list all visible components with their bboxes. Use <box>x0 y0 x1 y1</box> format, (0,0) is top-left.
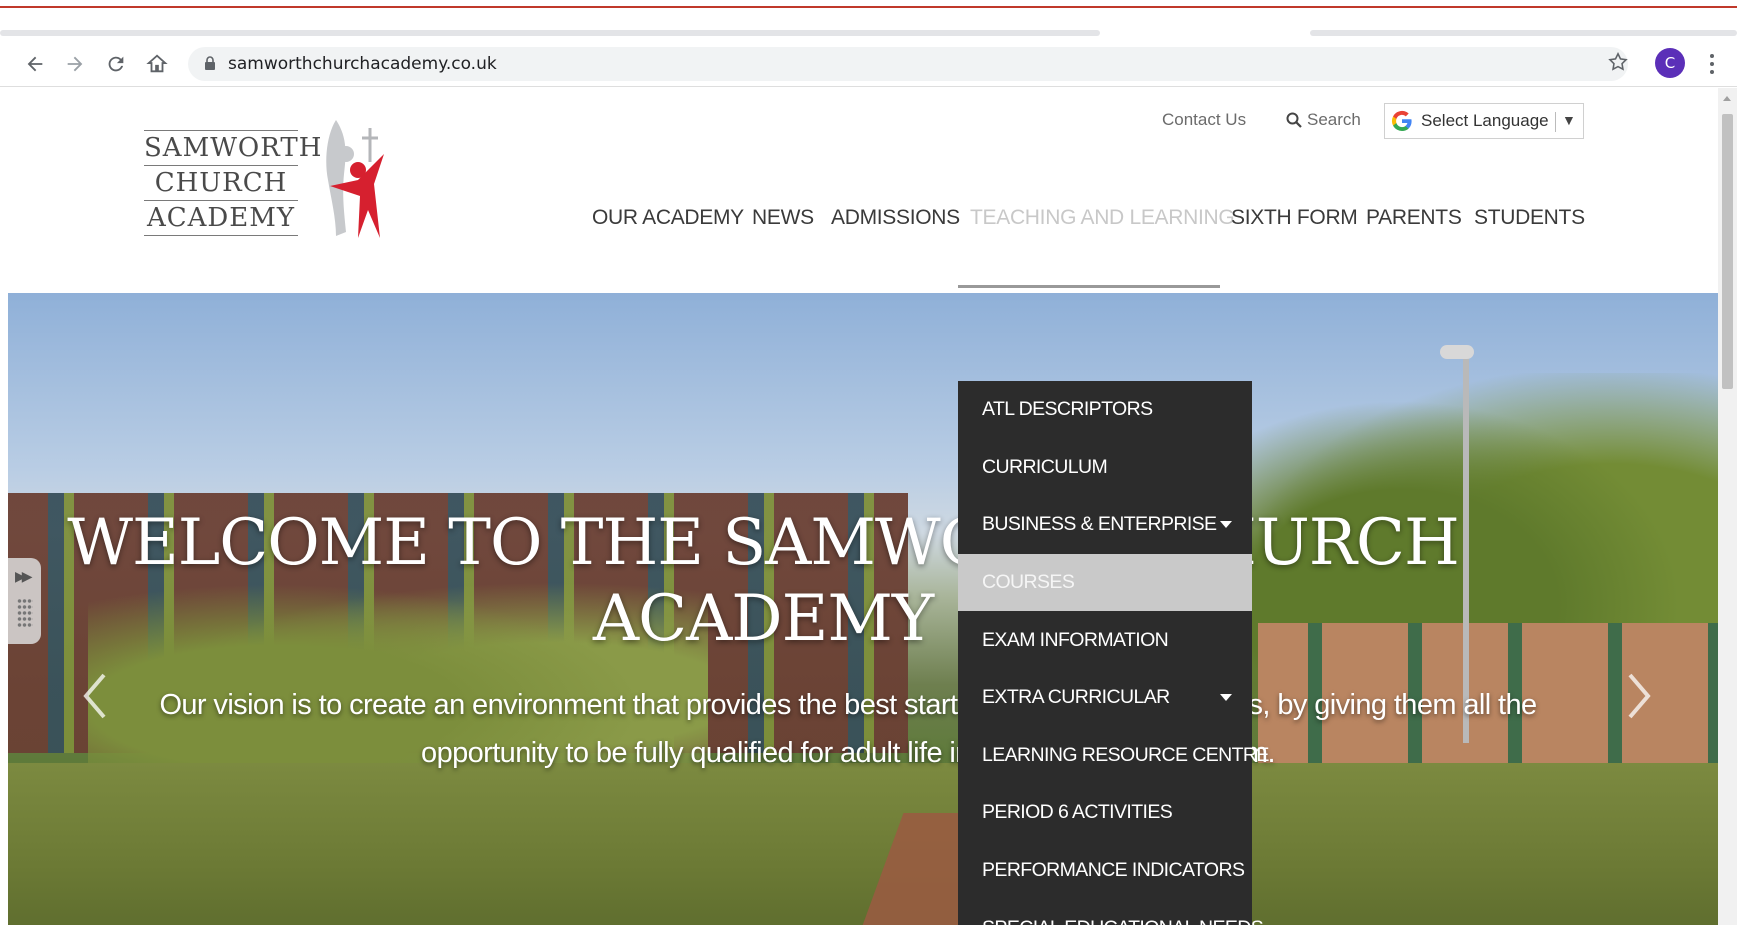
side-accessibility-tab[interactable]: ▶▶ <box>8 558 41 644</box>
menu-item-label: COURSES <box>982 571 1075 594</box>
website-viewport: SAMWORTH CHURCH ACADEMY Contact Us Searc… <box>0 88 1718 925</box>
kebab-dot <box>1710 62 1714 66</box>
forward-button[interactable] <box>60 49 90 79</box>
tab-strip <box>0 8 1737 41</box>
menu-item-label: EXTRA CURRICULAR <box>982 686 1170 709</box>
nav-teaching-and-learning[interactable]: TEACHING AND LEARNING <box>970 206 1235 230</box>
menu-item-label: EXAM INFORMATION <box>982 628 1169 651</box>
nav-active-underline <box>958 285 1220 288</box>
kebab-dot <box>1710 54 1714 58</box>
google-g-icon <box>1391 110 1412 132</box>
language-separator <box>1555 112 1556 132</box>
nav-sixth-form[interactable]: SIXTH FORM <box>1231 206 1358 230</box>
page-scrollbar[interactable] <box>1718 88 1737 925</box>
menu-item-label: CURRICULUM <box>982 455 1108 478</box>
nav-admissions[interactable]: ADMISSIONS <box>831 206 960 230</box>
menu-item-atl-descriptors[interactable]: ATL DESCRIPTORS <box>958 381 1252 439</box>
nav-news[interactable]: NEWS <box>752 206 814 230</box>
tab-strip-segment <box>1310 30 1737 36</box>
scroll-up-arrow-icon[interactable] <box>1723 96 1731 101</box>
menu-item-label: LEARNING RESOURCE CENTRE <box>982 743 1269 766</box>
search-label: Search <box>1307 110 1361 129</box>
home-icon <box>146 54 168 73</box>
caret-down-icon[interactable] <box>1220 694 1232 701</box>
arrow-right-icon <box>67 56 83 72</box>
search-icon <box>1286 112 1302 128</box>
hero-vision-text: Our vision is to create an environment t… <box>159 689 1537 769</box>
menu-item-business-enterprise[interactable]: BUSINESS & ENTERPRISE <box>958 496 1252 554</box>
address-bar[interactable]: samworthchurchacademy.co.uk <box>188 47 1628 81</box>
arrow-left-icon <box>27 56 43 72</box>
hero-title: WELCOME TO THE SAMWORTH CHURCH ACADEMY <box>67 506 1460 656</box>
menu-item-exam-information[interactable]: EXAM INFORMATION <box>958 611 1252 669</box>
select-language-label: Select Language <box>1421 111 1549 130</box>
reload-button[interactable] <box>101 49 131 79</box>
menu-item-label: BUSINESS & ENTERPRISE <box>982 513 1217 536</box>
menu-item-period-6-activities[interactable]: PERIOD 6 ACTIVITIES <box>958 784 1252 842</box>
profile-avatar[interactable]: C <box>1655 48 1685 78</box>
logo-line: CHURCH <box>154 168 288 198</box>
browser-menu-button[interactable] <box>1702 50 1722 78</box>
contact-us-link[interactable]: Contact Us <box>1162 110 1246 130</box>
url-text[interactable]: samworthchurchacademy.co.uk <box>228 54 497 74</box>
slider-next-chevron-icon[interactable] <box>1624 671 1654 721</box>
nav-students[interactable]: STUDENTS <box>1474 206 1585 230</box>
drag-handle-icon <box>17 598 33 628</box>
logo-line: SAMWORTH <box>144 133 323 163</box>
menu-item-courses[interactable]: COURSES <box>958 553 1252 612</box>
back-button[interactable] <box>20 49 50 79</box>
dropdown-arrow-icon: ▼ <box>1562 112 1576 128</box>
menu-item-extra-curricular[interactable]: EXTRA CURRICULAR <box>958 669 1252 727</box>
caret-down-icon[interactable] <box>1220 521 1232 529</box>
menu-item-learning-resource-centre[interactable]: LEARNING RESOURCE CENTRE <box>958 727 1269 785</box>
hero-background-lawn <box>8 763 1718 925</box>
menu-item-label: PERFORMANCE INDICATORS <box>982 859 1245 882</box>
hero-slider: WELCOME TO THE SAMWORTH CHURCH ACADEMY O… <box>8 293 1718 925</box>
menu-item-label: PERIOD 6 ACTIVITIES <box>982 801 1173 824</box>
scrollbar-thumb[interactable] <box>1722 114 1733 389</box>
bookmark-star-icon[interactable] <box>1607 51 1629 73</box>
tab-strip-segment <box>0 30 1100 36</box>
nav-our-academy[interactable]: OUR ACADEMY <box>592 206 744 230</box>
teaching-and-learning-dropdown: ATL DESCRIPTORS CURRICULUM BUSINESS & EN… <box>958 381 1269 925</box>
lock-icon <box>205 56 215 70</box>
reload-icon <box>108 56 124 72</box>
slider-prev-chevron-icon[interactable] <box>80 671 110 721</box>
kebab-dot <box>1710 70 1714 74</box>
main-navigation: OUR ACADEMY NEWS ADMISSIONS TEACHING AND… <box>0 206 1718 236</box>
nav-parents[interactable]: PARENTS <box>1366 206 1462 230</box>
browser-toolbar: samworthchurchacademy.co.uk C <box>0 41 1737 87</box>
menu-item-special-educational-needs[interactable]: SPECIAL EDUCATIONAL NEEDS <box>958 899 1264 925</box>
menu-item-label: ATL DESCRIPTORS <box>982 398 1153 421</box>
select-language-dropdown[interactable]: Select Language ▼ <box>1384 103 1584 139</box>
search-link[interactable]: Search <box>1286 110 1361 130</box>
hero-lamp-head <box>1440 345 1474 359</box>
browser-window: samworthchurchacademy.co.uk C SAMWORTH C… <box>0 0 1737 925</box>
menu-item-label: SPECIAL EDUCATIONAL NEEDS <box>982 917 1264 925</box>
home-button[interactable] <box>142 49 172 79</box>
menu-item-performance-indicators[interactable]: PERFORMANCE INDICATORS <box>958 842 1252 900</box>
menu-item-curriculum[interactable]: CURRICULUM <box>958 439 1252 497</box>
fast-forward-icon: ▶▶ <box>15 568 32 584</box>
